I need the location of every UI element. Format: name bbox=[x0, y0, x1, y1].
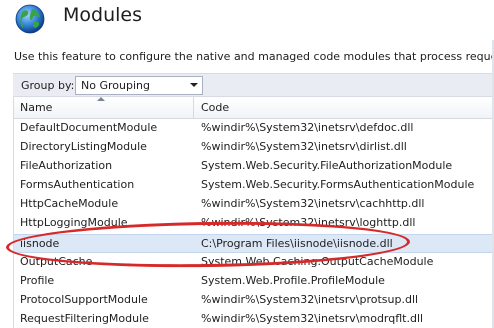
sort-ascending-icon bbox=[97, 97, 105, 101]
page-title: Modules bbox=[63, 4, 142, 26]
module-code-cell: %windir%\System32\inetsrv\cachhttp.dll bbox=[201, 197, 425, 211]
module-name-cell: HttpCacheModule bbox=[20, 197, 119, 211]
module-name-cell: HttpLoggingModule bbox=[20, 216, 128, 230]
module-name-cell: iisnode bbox=[20, 236, 60, 250]
module-code-cell: System.Web.Profile.ProfileModule bbox=[201, 273, 385, 287]
module-code-cell: %windir%\System32\inetsrv\dirlist.dll bbox=[201, 140, 407, 154]
column-divider[interactable] bbox=[193, 97, 194, 119]
module-name-cell: Profile bbox=[20, 273, 55, 287]
table-row[interactable]: FileAuthorization System.Web.Security.Fil… bbox=[14, 157, 494, 176]
table-row[interactable]: HttpLoggingModule %windir%\System32\inets… bbox=[14, 214, 494, 233]
modules-grid: Name Code DefaultDocumentModule %windir%\… bbox=[13, 97, 494, 328]
module-code-cell: %windir%\System32\inetsrv\defdoc.dll bbox=[201, 121, 414, 134]
table-row[interactable]: HttpCacheModule %windir%\System32\inetsrv… bbox=[14, 195, 494, 214]
table-row[interactable]: iisnode C:\Program Files\iisnode\iisnode.… bbox=[14, 233, 494, 253]
module-code-cell: C:\Program Files\iisnode\iisnode.dll bbox=[201, 236, 393, 250]
column-header-name[interactable]: Name bbox=[20, 101, 52, 114]
table-row[interactable]: OutputCache System.Web.Caching.OutputCach… bbox=[14, 253, 494, 272]
page-header: Modules bbox=[0, 0, 494, 40]
group-by-value: No Grouping bbox=[81, 79, 150, 92]
module-code-cell: %windir%\System32\inetsrv\protsup.dll bbox=[201, 292, 419, 306]
table-row[interactable]: DefaultDocumentModule %windir%\System32\i… bbox=[14, 119, 494, 138]
column-header-code[interactable]: Code bbox=[201, 101, 229, 114]
table-row[interactable]: RequestFilteringModule %windir%\System32\… bbox=[14, 310, 494, 328]
module-name-cell: RequestFilteringModule bbox=[20, 311, 149, 325]
module-name-cell: ProtocolSupportModule bbox=[20, 292, 148, 306]
module-code-cell: System.Web.Security.FormsAuthenticationM… bbox=[201, 178, 475, 192]
module-name-cell: DirectoryListingModule bbox=[20, 140, 147, 154]
feature-description: Use this feature to configure the native… bbox=[14, 50, 492, 63]
grouping-toolbar: Group by: No Grouping bbox=[13, 73, 494, 97]
module-code-cell: System.Web.Caching.OutputCacheModule bbox=[201, 254, 434, 268]
modules-list: DefaultDocumentModule %windir%\System32\i… bbox=[14, 119, 494, 328]
module-name-cell: FileAuthorization bbox=[20, 159, 113, 173]
table-row[interactable]: DirectoryListingModule %windir%\System32\… bbox=[14, 138, 494, 157]
chevron-down-icon[interactable] bbox=[190, 83, 198, 87]
table-row[interactable]: FormsAuthentication System.Web.Security.F… bbox=[14, 176, 494, 195]
group-by-label: Group by: bbox=[21, 79, 75, 92]
module-name-cell: OutputCache bbox=[20, 254, 93, 268]
table-row[interactable]: ProtocolSupportModule %windir%\System32\i… bbox=[14, 291, 494, 310]
module-code-cell: System.Web.Security.FileAuthorizationMod… bbox=[201, 159, 453, 173]
globe-icon bbox=[15, 4, 45, 34]
module-code-cell: %windir%\System32\inetsrv\loghttp.dll bbox=[201, 216, 416, 230]
module-name-cell: FormsAuthentication bbox=[20, 178, 135, 192]
module-name-cell: DefaultDocumentModule bbox=[20, 121, 158, 134]
column-header-row: Name Code bbox=[14, 97, 494, 119]
table-row[interactable]: Profile System.Web.Profile.ProfileModule bbox=[14, 272, 494, 291]
module-code-cell: %windir%\System32\inetsrv\modrqflt.dll bbox=[201, 311, 424, 325]
group-by-dropdown[interactable]: No Grouping bbox=[75, 76, 203, 95]
